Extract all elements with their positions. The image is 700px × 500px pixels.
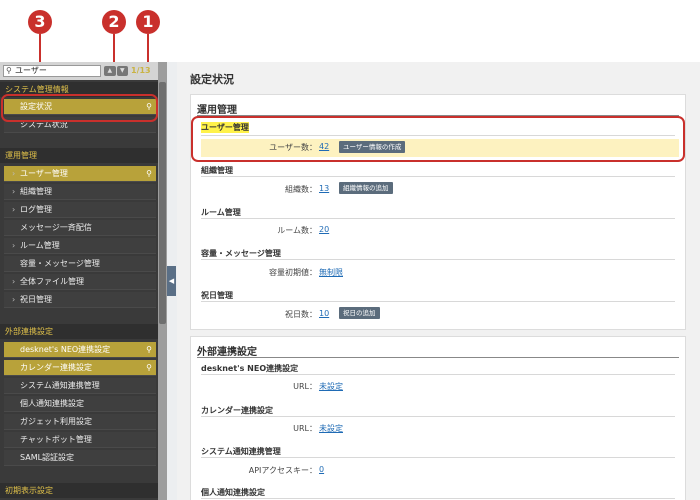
sidebar: ⚲ ユーザー ▲ ▼ 1/13 システム管理情報 設定状況 ⚲ システム状況 運…	[0, 62, 158, 500]
search-result-count: 1/13	[131, 66, 151, 75]
search-match-icon: ⚲	[146, 345, 152, 354]
sidebar-item-log-management[interactable]: ログ管理	[4, 202, 156, 218]
subsection-divider	[201, 218, 675, 219]
subsection-divider	[201, 457, 675, 458]
search-nav-buttons: ▲ ▼	[104, 66, 128, 76]
search-icon: ⚲	[6, 66, 12, 75]
subsection-divider	[201, 301, 675, 302]
org-count-label: 組織数：	[285, 185, 317, 194]
sidebar-search-row: ⚲ ユーザー ▲ ▼ 1/13	[0, 62, 158, 80]
callout-3: 3	[28, 10, 52, 34]
operations-panel-title: 運用管理	[197, 105, 237, 116]
highlight-ring-sidebar	[1, 94, 158, 122]
sidebar-item-capacity[interactable]: 容量・メッセージ管理	[4, 256, 156, 272]
callout-2: 2	[102, 10, 126, 34]
org-count-value[interactable]: 13	[319, 184, 329, 193]
sidebar-item-holidays[interactable]: 祝日管理	[4, 292, 156, 308]
sidebar-item-personal-notify[interactable]: 個人通知連携設定	[4, 396, 156, 412]
sidebar-item-calendar[interactable]: カレンダー連携設定 ⚲	[4, 360, 156, 376]
neo-url-value[interactable]: 未設定	[319, 381, 343, 392]
room-count-value[interactable]: 20	[319, 225, 329, 234]
subsection-divider	[201, 259, 675, 260]
subsection-divider	[201, 374, 675, 375]
section-initial-display[interactable]: 初期表示設定	[0, 483, 158, 498]
sidebar-scroll-thumb[interactable]	[159, 82, 166, 324]
sidebar-item-saml[interactable]: SAML認証設定	[4, 450, 156, 466]
page-title: 設定状況	[190, 73, 234, 86]
app-root: 3 2 1 4 ⚲ ユーザー ▲ ▼ 1/13 システム管理情報 設定状況 ⚲ …	[0, 0, 700, 500]
subsection-divider	[201, 416, 675, 417]
menu-search-input[interactable]: ⚲ ユーザー	[3, 65, 101, 77]
sidebar-item-broadcast[interactable]: メッセージ一斉配信	[4, 220, 156, 236]
neo-settings-title: desknet's NEO連携設定	[201, 364, 299, 373]
sidebar-scrollbar[interactable]	[158, 62, 167, 500]
org-management-title: 組織管理	[201, 166, 233, 175]
calendar-url-value[interactable]: 未設定	[319, 423, 343, 434]
subsection-divider	[201, 498, 675, 499]
neo-url-label: URL：	[293, 382, 317, 391]
sys-notify-title: システム通知連携管理	[201, 447, 281, 456]
search-prev-button[interactable]: ▲	[104, 66, 116, 76]
personal-notify-title: 個人通知連携設定	[201, 488, 265, 497]
external-panel-title: 外部連携設定	[197, 347, 257, 358]
panel-divider	[197, 357, 679, 358]
sidebar-item-label: ユーザー管理	[20, 169, 68, 178]
room-management-title: ルーム管理	[201, 208, 241, 217]
capacity-value[interactable]: 無制限	[319, 267, 343, 278]
section-operations[interactable]: 運用管理	[0, 148, 158, 163]
room-count-label: ルーム数：	[277, 226, 317, 235]
search-match-icon: ⚲	[146, 169, 152, 178]
api-key-label: APIアクセスキー：	[248, 466, 317, 475]
calendar-url-label: URL：	[293, 424, 317, 433]
search-match-icon: ⚲	[146, 363, 152, 372]
holiday-count-label: 祝日数：	[285, 310, 317, 319]
sidebar-item-neo[interactable]: desknet's NEO連携設定 ⚲	[4, 342, 156, 358]
add-holiday-button[interactable]: 祝日の追加	[339, 307, 380, 319]
menu-search-value: ユーザー	[15, 66, 47, 75]
section-external[interactable]: 外部連携設定	[0, 324, 158, 339]
sidebar-item-chatbot[interactable]: チャットボット管理	[4, 432, 156, 448]
subsection-divider	[201, 176, 675, 177]
collapse-sidebar-button[interactable]: ◀	[167, 266, 176, 296]
holiday-count-value[interactable]: 10	[319, 309, 329, 318]
external-panel: 外部連携設定 desknet's NEO連携設定 URL： 未設定 カレンダー連…	[190, 336, 686, 500]
sidebar-item-label: カレンダー連携設定	[20, 363, 92, 372]
search-next-button[interactable]: ▼	[116, 66, 128, 76]
callout-1: 1	[136, 10, 160, 34]
calendar-settings-title: カレンダー連携設定	[201, 406, 273, 415]
sidebar-item-sys-notify[interactable]: システム通知連携管理	[4, 378, 156, 394]
sidebar-item-room-management[interactable]: ルーム管理	[4, 238, 156, 254]
sidebar-item-files[interactable]: 全体ファイル管理	[4, 274, 156, 290]
sidebar-item-user-management[interactable]: ユーザー管理 ⚲	[4, 166, 156, 182]
highlight-ring-user	[191, 116, 685, 162]
capacity-management-title: 容量・メッセージ管理	[201, 249, 281, 258]
sidebar-item-label: desknet's NEO連携設定	[20, 345, 111, 354]
holiday-management-title: 祝日管理	[201, 291, 233, 300]
sidebar-item-gadget[interactable]: ガジェット利用設定	[4, 414, 156, 430]
api-key-value[interactable]: 0	[319, 465, 324, 474]
capacity-label: 容量初期値：	[269, 268, 317, 277]
sidebar-item-org-management[interactable]: 組織管理	[4, 184, 156, 200]
add-org-button[interactable]: 組織情報の追加	[339, 182, 393, 194]
